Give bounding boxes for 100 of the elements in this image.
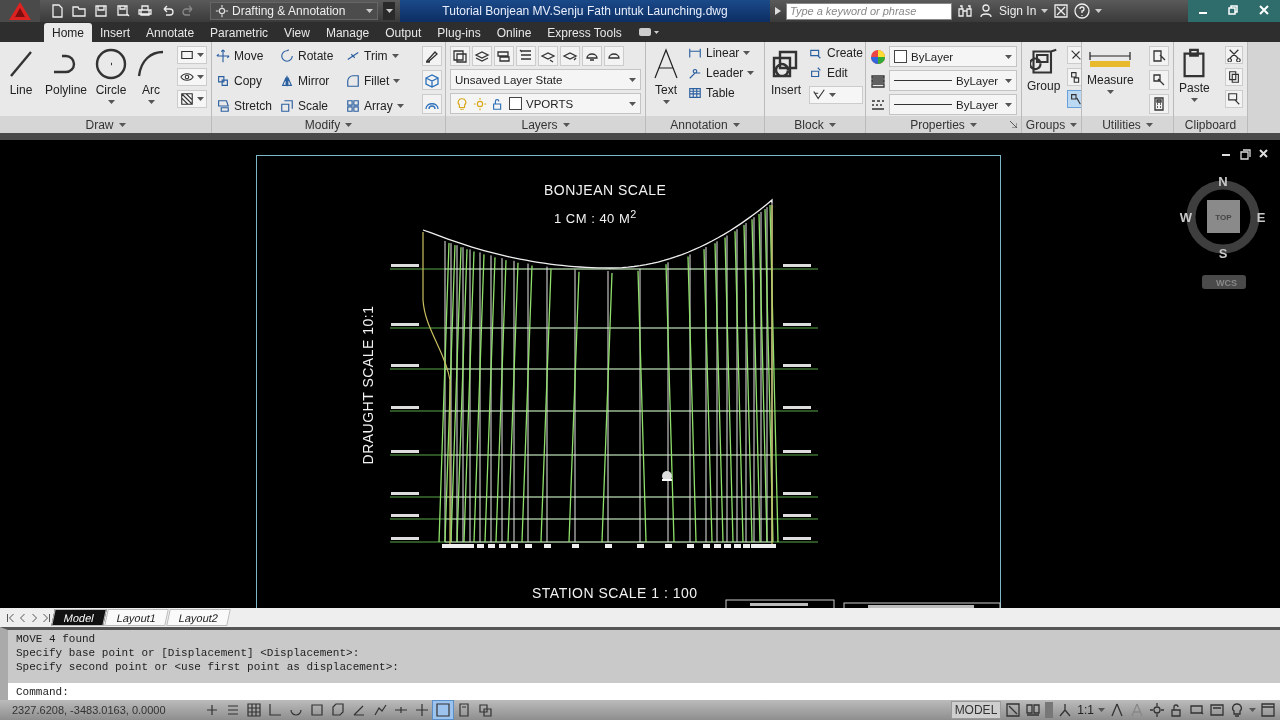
modify-tool-button[interactable]: Move: [216, 46, 280, 66]
ribbon-tab[interactable]: Express Tools: [539, 23, 630, 42]
ribbon-tab[interactable]: Annotate: [138, 23, 203, 42]
customize-toolbar-button[interactable]: [383, 2, 395, 20]
caret-icon: [969, 122, 977, 127]
workspace-name[interactable]: Drafting & Annotation: [232, 4, 363, 18]
panel-title[interactable]: Draw: [85, 117, 114, 132]
modify-tool-button[interactable]: Copy: [216, 71, 280, 91]
attribute-button[interactable]: [809, 86, 864, 104]
draw-option-button[interactable]: [177, 68, 207, 86]
ribbon-tab[interactable]: Insert: [92, 23, 139, 42]
binoculars-icon: [957, 3, 973, 19]
panel-title[interactable]: Clipboard: [1184, 117, 1237, 132]
panel-title-bar[interactable]: Draw: [0, 116, 211, 133]
modify-tool-button[interactable]: Array: [346, 96, 416, 116]
annotation-tool-button[interactable]: Linear: [688, 46, 755, 60]
panel-title-bar[interactable]: Modify: [212, 116, 445, 133]
measure-button[interactable]: Measure: [1086, 46, 1135, 116]
draw-tool-button[interactable]: Arc: [134, 46, 169, 116]
text-tool-button[interactable]: Text: [650, 46, 682, 116]
close-icon[interactable]: [1259, 5, 1269, 15]
minimize-ribbon-icon[interactable]: [637, 27, 660, 37]
isolate-objects-icon: [1209, 702, 1225, 718]
layer-state-dropdown[interactable]: Unsaved Layer State: [450, 69, 641, 90]
compass-west[interactable]: W: [1179, 210, 1193, 225]
lineweight-dropdown[interactable]: ByLayer: [889, 94, 1017, 115]
command-line-field[interactable]: Command:: [8, 683, 1280, 700]
group-button[interactable]: Group: [1026, 46, 1062, 116]
panel-title[interactable]: Utilities: [1102, 117, 1141, 132]
draw-option-button[interactable]: [177, 46, 207, 64]
annotation-tool-button[interactable]: Table: [688, 86, 755, 100]
block-tool-button[interactable]: Edit: [809, 66, 864, 80]
panel-title-bar[interactable]: Block: [765, 116, 865, 133]
color-dropdown[interactable]: ByLayer: [889, 46, 1017, 67]
ribbon-tab[interactable]: Online: [488, 23, 540, 42]
panel-title-bar[interactable]: Clipboard: [1174, 116, 1247, 133]
viewport-restore-icon[interactable]: [1240, 149, 1251, 160]
caret-icon: [118, 122, 126, 127]
panel-title-bar[interactable]: Layers: [446, 116, 645, 133]
panel-title[interactable]: Layers: [521, 117, 558, 132]
draw-tool-button[interactable]: Line: [4, 46, 38, 116]
restore-icon[interactable]: [1228, 5, 1238, 15]
draw-option-button[interactable]: [177, 90, 207, 108]
ribbon-tab[interactable]: Parametric: [202, 23, 277, 42]
caret-icon: [1145, 122, 1153, 127]
ribbon-tab[interactable]: View: [276, 23, 318, 42]
new-file-icon: [49, 3, 65, 19]
clean-screen-icon: [1260, 702, 1276, 718]
layout-tab[interactable]: Layout2: [166, 609, 232, 626]
layer-dropdown[interactable]: VPORTS: [450, 93, 641, 114]
modify-tool-button[interactable]: Scale: [280, 96, 346, 116]
sign-in-link[interactable]: Sign In: [999, 4, 1037, 18]
panel-title[interactable]: Properties: [910, 117, 965, 132]
expand-arrow-icon[interactable]: [775, 7, 781, 15]
drafting-toggle-icon[interactable]: [244, 701, 264, 719]
modify-tool-button[interactable]: Trim: [346, 46, 416, 66]
search-field[interactable]: Type a keyword or phrase: [786, 2, 952, 20]
last-layout-icon[interactable]: [41, 611, 52, 624]
viewport-minimize-icon[interactable]: [1221, 154, 1231, 156]
layout-tab[interactable]: Model: [51, 609, 107, 626]
drafting-toggle-icon[interactable]: [433, 701, 453, 719]
ribbon-tab[interactable]: Output: [377, 23, 430, 42]
panel-title-bar[interactable]: Utilities: [1082, 116, 1173, 133]
panel-title-bar[interactable]: Properties: [866, 116, 1021, 133]
viewport-close-icon[interactable]: [1259, 149, 1268, 158]
modify-tool-button[interactable]: Fillet: [346, 71, 416, 91]
panel-title-bar[interactable]: Groups: [1022, 116, 1081, 133]
annotation-tool-button[interactable]: Leader: [688, 66, 755, 80]
ribbon-tab[interactable]: Plug-ins: [429, 23, 489, 42]
modify-tool-button[interactable]: Mirror: [280, 71, 346, 91]
caret-icon: [197, 53, 204, 57]
stretch-icon: [216, 99, 230, 114]
leader-icon: [688, 66, 702, 80]
compass-south[interactable]: S: [1218, 246, 1228, 261]
layout-tab[interactable]: Layout1: [104, 609, 169, 626]
compass-north[interactable]: N: [1218, 174, 1228, 189]
paste-button[interactable]: Paste: [1178, 46, 1211, 116]
panel-title-bar[interactable]: Annotation: [646, 116, 764, 133]
insert-block-button[interactable]: Insert: [769, 46, 803, 116]
compass-east[interactable]: E: [1256, 210, 1266, 225]
launcher-arrow-icon[interactable]: [1010, 121, 1017, 128]
block-tool-button[interactable]: Create: [809, 46, 864, 60]
panel-title[interactable]: Modify: [304, 117, 341, 132]
panel-title[interactable]: Block: [794, 117, 824, 132]
copy-icon: [216, 74, 230, 88]
model-space-button[interactable]: MODEL: [950, 701, 1002, 719]
annotation-scale-dropdown[interactable]: 1:1: [1077, 703, 1094, 717]
ucs-menu-button[interactable]: [1202, 275, 1246, 289]
modify-tool-button[interactable]: Stretch: [216, 96, 280, 116]
draw-tool-button[interactable]: Polyline: [44, 46, 89, 116]
linetype-dropdown[interactable]: ByLayer: [889, 70, 1017, 91]
first-layout-icon[interactable]: [5, 611, 16, 624]
modify-tool-button[interactable]: Rotate: [280, 46, 346, 66]
panel-title[interactable]: Groups: [1025, 117, 1066, 132]
ribbon-tab[interactable]: Manage: [317, 23, 378, 42]
draught-scale-label: DRAUGHT SCALE 10:1: [360, 305, 376, 465]
ribbon-tab[interactable]: Home: [44, 23, 92, 42]
panel-title[interactable]: Annotation: [670, 117, 728, 132]
workspace-dropdown[interactable]: Drafting & Annotation: [210, 2, 378, 20]
draw-tool-button[interactable]: Circle: [94, 46, 129, 116]
